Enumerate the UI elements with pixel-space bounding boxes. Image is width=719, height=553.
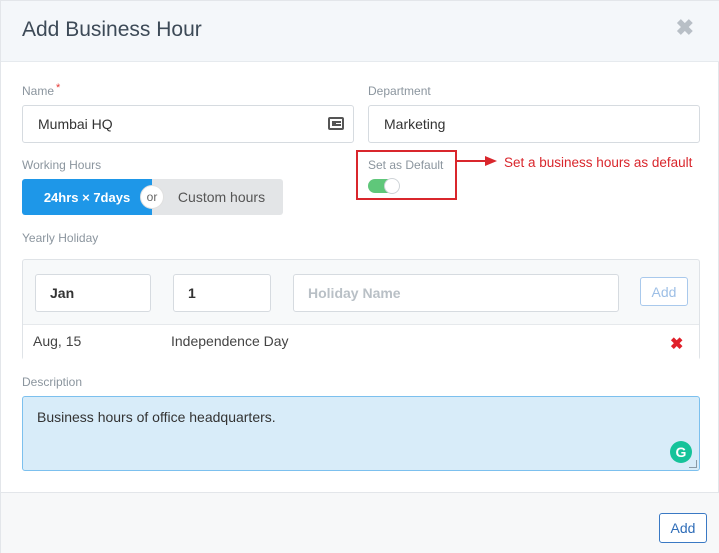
annotation-text: Set a business hours as default	[504, 155, 693, 170]
option-24x7-button[interactable]: 24hrs × 7days	[22, 179, 152, 215]
annotation-arrow-head	[485, 156, 497, 166]
name-input-value: Mumbai HQ	[38, 116, 113, 132]
resize-handle[interactable]	[689, 460, 697, 468]
description-label: Description	[22, 375, 83, 389]
holiday-name-placeholder: Holiday Name	[308, 285, 401, 301]
description-textarea[interactable]: Business hours of office headquarters. G	[22, 396, 700, 471]
option-custom-hours-button[interactable]: Custom hours	[152, 179, 283, 215]
holiday-day-value: 1	[188, 285, 196, 301]
set-default-toggle[interactable]	[368, 178, 400, 194]
set-default-label: Set as Default	[368, 158, 444, 172]
add-business-hour-modal: Add Business Hour ✖ Name * Mumbai HQ Depa…	[0, 0, 719, 553]
modal-footer: Add	[1, 492, 719, 553]
holiday-month-value: Jan	[50, 285, 75, 301]
department-input-value: Marketing	[384, 116, 446, 132]
working-hours-label: Working Hours	[22, 158, 102, 172]
holiday-panel: Jan 1 Holiday Name Add Aug, 15 Independe…	[22, 259, 700, 360]
required-mark: *	[56, 82, 61, 94]
or-separator: or	[140, 185, 164, 209]
holiday-date: Aug, 15	[33, 333, 82, 349]
delete-icon[interactable]: ✖	[670, 334, 683, 354]
description-value: Business hours of office headquarters.	[37, 409, 276, 425]
yearly-holiday-label: Yearly Holiday	[22, 231, 99, 245]
modal-title: Add Business Hour	[22, 18, 202, 41]
department-label: Department	[368, 84, 431, 98]
contact-card-icon[interactable]	[328, 117, 344, 130]
toggle-knob	[384, 178, 400, 194]
add-holiday-button[interactable]: Add	[640, 277, 688, 306]
department-input[interactable]: Marketing	[368, 105, 700, 143]
name-label-text: Name	[22, 84, 55, 98]
annotation-arrow-line	[457, 160, 487, 162]
holiday-name: Independence Day	[171, 333, 289, 349]
add-button[interactable]: Add	[659, 513, 707, 543]
name-input[interactable]: Mumbai HQ	[22, 105, 354, 143]
table-row: Aug, 15 Independence Day ✖	[23, 324, 699, 360]
modal-header: Add Business Hour ✖	[1, 1, 719, 62]
holiday-month-input[interactable]: Jan	[35, 274, 151, 312]
name-label: Name *	[22, 82, 61, 98]
working-hours-toggle-group: 24hrs × 7days or Custom hours	[22, 179, 283, 215]
holiday-day-input[interactable]: 1	[173, 274, 271, 312]
close-icon[interactable]: ✖	[676, 17, 694, 39]
holiday-name-input[interactable]: Holiday Name	[293, 274, 619, 312]
